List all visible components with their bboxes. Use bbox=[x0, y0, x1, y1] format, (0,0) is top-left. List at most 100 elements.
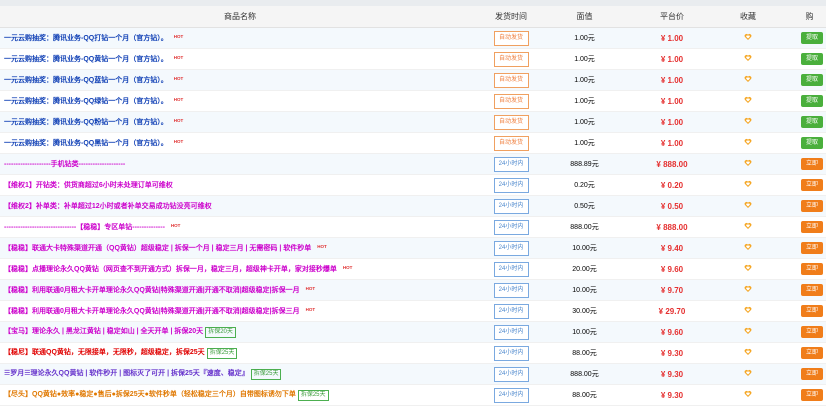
heart-icon[interactable] bbox=[744, 306, 752, 314]
product-name-link[interactable]: 【尽头】QQ黄钻●效率●稳定●售后●拆保25天●软件秒单（轻松稳定三个月）自带图… bbox=[4, 391, 296, 398]
table-row[interactable]: 一元云购抽奖：腾讯业务-QQ绿钻一个月（官方钻）。 HOT 自动发货 1.00元 ¥ 1… bbox=[0, 90, 826, 112]
buy-button[interactable]: 立即 bbox=[801, 389, 823, 401]
product-name-cell[interactable]: 一元云购抽奖：腾讯业务-QQ打钻一个月（官方钻）。 HOT bbox=[0, 27, 480, 49]
product-name-cell[interactable]: 【尽头】QQ黄钻●效率●稳定●售后●拆保25天●软件秒单（轻松稳定三个月）自带图… bbox=[0, 384, 480, 406]
favorite-cell[interactable] bbox=[717, 90, 779, 112]
product-name-link[interactable]: 【稳稳】利用联通0月租大卡开单理论永久QQ黄钻|特殊渠道开通|开通不取消|超级稳… bbox=[4, 308, 300, 315]
favorite-cell[interactable] bbox=[717, 174, 779, 196]
heart-icon[interactable] bbox=[744, 159, 752, 167]
product-name-link[interactable]: -------------------------------【稳稳】专区单钻-… bbox=[4, 224, 165, 231]
product-name-cell[interactable]: -------------------------------【稳稳】专区单钻-… bbox=[0, 216, 480, 238]
product-name-cell[interactable]: 【稳稳】联通大卡特殊渠道开通（QQ黄钻）超级稳定 | 拆保一个月 | 稳定三月 … bbox=[0, 237, 480, 259]
favorite-cell[interactable] bbox=[717, 27, 779, 49]
table-row[interactable]: 【宝马】理论永久 | 黑龙江黄钻 | 稳定如山 | 全天开单 | 拆保20天 拆保… bbox=[0, 321, 826, 343]
table-row[interactable]: ☰罗月☰理论永久QQ黄钻 | 软件秒开 | 图标灭了可开 | 拆保25天『速度、… bbox=[0, 363, 826, 385]
heart-icon[interactable] bbox=[744, 54, 752, 62]
buy-button[interactable]: 立即 bbox=[801, 158, 823, 170]
favorite-cell[interactable] bbox=[717, 69, 779, 91]
buy-button[interactable]: 提取 bbox=[801, 74, 823, 86]
product-name-cell[interactable]: 一元云购抽奖：腾讯业务-QQ蓝钻一个月（官方钻）。 HOT bbox=[0, 69, 480, 91]
table-row[interactable]: 一元云购抽奖：腾讯业务-QQ黑钻一个月（官方钻）。 HOT 自动发货 1.00元 ¥ 1… bbox=[0, 132, 826, 154]
product-name-link[interactable]: 一元云购抽奖：腾讯业务-QQ黄钻一个月（官方钻）。 bbox=[4, 56, 168, 63]
product-name-cell[interactable]: --------------------手机钻类----------------… bbox=[0, 153, 480, 175]
product-name-cell[interactable]: 【维权1】开钻类：供货商超过6小时未处理订单可维权 bbox=[0, 174, 480, 196]
product-name-cell[interactable]: ☰罗月☰理论永久QQ黄钻 | 软件秒开 | 图标灭了可开 | 拆保25天『速度、… bbox=[0, 363, 480, 385]
product-name-link[interactable]: ☰罗月☰理论永久QQ黄钻 | 软件秒开 | 图标灭了可开 | 拆保25天『速度、… bbox=[4, 370, 249, 377]
product-name-link[interactable]: 一元云购抽奖：腾讯业务-QQ打钻一个月（官方钻）。 bbox=[4, 35, 168, 42]
buy-button[interactable]: 立即 bbox=[801, 368, 823, 380]
product-name-link[interactable]: 【稳稳】利用联通0月租大卡开单理论永久QQ黄钻|特殊渠道开通|开通不取消|超级稳… bbox=[4, 287, 300, 294]
buy-button[interactable]: 立即 bbox=[801, 242, 823, 254]
product-name-link[interactable]: 一元云购抽奖：腾讯业务-QQ绿钻一个月（官方钻）。 bbox=[4, 98, 168, 105]
favorite-cell[interactable] bbox=[717, 216, 779, 238]
table-row[interactable]: 【稳尼】联通QQ黄钻，无限接单，无限秒，超级稳定，拆保25天 拆保25天 24小时内… bbox=[0, 342, 826, 364]
table-row[interactable]: 【维权1】开钻类：供货商超过6小时未处理订单可维权 24小时内 0.20元 ¥ 0.2… bbox=[0, 174, 826, 196]
buy-button[interactable]: 立即 bbox=[801, 263, 823, 275]
table-row[interactable]: 【稳稳】点播理论永久QQ黄钻（网页查不到开通方式）拆保一月，稳定三月，超级神卡开… bbox=[0, 258, 826, 280]
favorite-cell[interactable] bbox=[717, 111, 779, 133]
product-name-cell[interactable]: 一元云购抽奖：腾讯业务-QQ粉钻一个月（官方钻）。 HOT bbox=[0, 111, 480, 133]
favorite-cell[interactable] bbox=[717, 321, 779, 343]
product-name-cell[interactable]: 【宝马】理论永久 | 黑龙江黄钻 | 稳定如山 | 全天开单 | 拆保20天 拆保… bbox=[0, 321, 480, 343]
heart-icon[interactable] bbox=[744, 75, 752, 83]
favorite-cell[interactable] bbox=[717, 132, 779, 154]
product-name-link[interactable]: 【稳稳】点播理论永久QQ黄钻（网页查不到开通方式）拆保一月，稳定三月，超级神卡开… bbox=[4, 266, 337, 273]
buy-button[interactable]: 立即 bbox=[801, 200, 823, 212]
favorite-cell[interactable] bbox=[717, 384, 779, 406]
heart-icon[interactable] bbox=[744, 138, 752, 146]
buy-button[interactable]: 立即 bbox=[801, 326, 823, 338]
table-row[interactable]: 【稳稳】利用联通0月租大卡开单理论永久QQ黄钻|特殊渠道开通|开通不取消|超级稳… bbox=[0, 300, 826, 322]
table-row[interactable]: 一元云购抽奖：腾讯业务-QQ粉钻一个月（官方钻）。 HOT 自动发货 1.00元 ¥ 1… bbox=[0, 111, 826, 133]
product-name-cell[interactable]: 一元云购抽奖：腾讯业务-QQ绿钻一个月（官方钻）。 HOT bbox=[0, 90, 480, 112]
favorite-cell[interactable] bbox=[717, 258, 779, 280]
heart-icon[interactable] bbox=[744, 390, 752, 398]
buy-button[interactable]: 立即 bbox=[801, 284, 823, 296]
product-name-cell[interactable]: 一元云购抽奖：腾讯业务-QQ黑钻一个月（官方钻）。 HOT bbox=[0, 132, 480, 154]
table-row[interactable]: 一元云购抽奖：腾讯业务-QQ黄钻一个月（官方钻）。 HOT 自动发货 1.00元 ¥ 1… bbox=[0, 48, 826, 70]
table-row[interactable]: 一元云购抽奖：腾讯业务-QQ蓝钻一个月（官方钻）。 HOT 自动发货 1.00元 ¥ 1… bbox=[0, 69, 826, 91]
heart-icon[interactable] bbox=[744, 117, 752, 125]
product-name-link[interactable]: 【宝马】理论永久 | 黑龙江黄钻 | 稳定如山 | 全天开单 | 拆保20天 bbox=[4, 328, 203, 335]
product-name-link[interactable]: 一元云购抽奖：腾讯业务-QQ黑钻一个月（官方钻）。 bbox=[4, 140, 168, 147]
buy-button[interactable]: 立即 bbox=[801, 179, 823, 191]
favorite-cell[interactable] bbox=[717, 195, 779, 217]
table-row[interactable]: 【稳稳】利用联通0月租大卡开单理论永久QQ黄钻|特殊渠道开通|开通不取消|超级稳… bbox=[0, 279, 826, 301]
table-row[interactable]: 【维权2】补单类：补单超过12小时或者补单交易成功钻没亮可维权 24小时内 0.50… bbox=[0, 195, 826, 217]
heart-icon[interactable] bbox=[744, 285, 752, 293]
heart-icon[interactable] bbox=[744, 264, 752, 272]
product-name-cell[interactable]: 【稳尼】联通QQ黄钻，无限接单，无限秒，超级稳定，拆保25天 拆保25天 bbox=[0, 342, 480, 364]
table-row[interactable]: 【尽头】QQ黄钻●效率●稳定●售后●拆保25天●软件秒单（轻松稳定三个月）自带图… bbox=[0, 384, 826, 406]
product-name-link[interactable]: --------------------手机钻类----------------… bbox=[4, 161, 125, 168]
heart-icon[interactable] bbox=[744, 222, 752, 230]
favorite-cell[interactable] bbox=[717, 153, 779, 175]
table-row[interactable]: --------------------手机钻类----------------… bbox=[0, 153, 826, 175]
product-name-cell[interactable]: 一元云购抽奖：腾讯业务-QQ黄钻一个月（官方钻）。 HOT bbox=[0, 48, 480, 70]
product-name-cell[interactable]: 【维权2】补单类：补单超过12小时或者补单交易成功钻没亮可维权 bbox=[0, 195, 480, 217]
favorite-cell[interactable] bbox=[717, 300, 779, 322]
product-name-cell[interactable]: 【稳稳】点播理论永久QQ黄钻（网页查不到开通方式）拆保一月，稳定三月，超级神卡开… bbox=[0, 258, 480, 280]
product-name-cell[interactable]: 【稳稳】利用联通0月租大卡开单理论永久QQ黄钻|特殊渠道开通|开通不取消|超级稳… bbox=[0, 279, 480, 301]
favorite-cell[interactable] bbox=[717, 48, 779, 70]
buy-button[interactable]: 提取 bbox=[801, 32, 823, 44]
table-row[interactable]: 一元云购抽奖：腾讯业务-QQ打钻一个月（官方钻）。 HOT 自动发货 1.00元 ¥ 1… bbox=[0, 27, 826, 49]
heart-icon[interactable] bbox=[744, 180, 752, 188]
favorite-cell[interactable] bbox=[717, 279, 779, 301]
product-name-link[interactable]: 【维权1】开钻类：供货商超过6小时未处理订单可维权 bbox=[4, 182, 173, 189]
favorite-cell[interactable] bbox=[717, 237, 779, 259]
buy-button[interactable]: 提取 bbox=[801, 95, 823, 107]
buy-button[interactable]: 提取 bbox=[801, 116, 823, 128]
product-name-cell[interactable]: 【稳稳】利用联通0月租大卡开单理论永久QQ黄钻|特殊渠道开通|开通不取消|超级稳… bbox=[0, 300, 480, 322]
buy-button[interactable]: 提取 bbox=[801, 53, 823, 65]
buy-button[interactable]: 提取 bbox=[801, 137, 823, 149]
product-name-link[interactable]: 【稳尼】联通QQ黄钻，无限接单，无限秒，超级稳定，拆保25天 bbox=[4, 349, 205, 356]
buy-button[interactable]: 立即 bbox=[801, 221, 823, 233]
product-name-link[interactable]: 【维权2】补单类：补单超过12小时或者补单交易成功钻没亮可维权 bbox=[4, 203, 212, 210]
heart-icon[interactable] bbox=[744, 96, 752, 104]
product-name-link[interactable]: 一元云购抽奖：腾讯业务-QQ蓝钻一个月（官方钻）。 bbox=[4, 77, 168, 84]
heart-icon[interactable] bbox=[744, 348, 752, 356]
favorite-cell[interactable] bbox=[717, 363, 779, 385]
heart-icon[interactable] bbox=[744, 201, 752, 209]
table-row[interactable]: 【稳稳】联通大卡特殊渠道开通（QQ黄钻）超级稳定 | 拆保一个月 | 稳定三月 … bbox=[0, 237, 826, 259]
buy-button[interactable]: 立即 bbox=[801, 347, 823, 359]
heart-icon[interactable] bbox=[744, 369, 752, 377]
